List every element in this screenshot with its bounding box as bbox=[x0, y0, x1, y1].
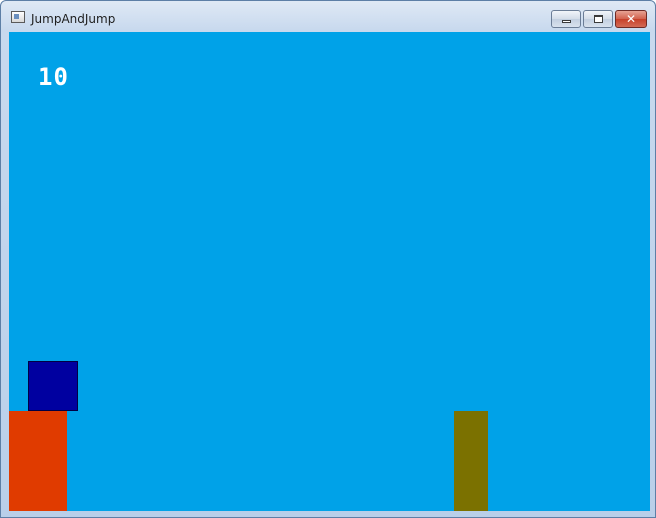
game-canvas[interactable]: 10 bbox=[9, 32, 650, 511]
app-window: JumpAndJump ✕ 10 bbox=[0, 0, 656, 518]
maximize-icon bbox=[594, 15, 603, 23]
player-block bbox=[28, 361, 78, 411]
target-platform bbox=[454, 411, 488, 511]
close-icon: ✕ bbox=[625, 12, 637, 26]
app-window-icon[interactable] bbox=[11, 11, 25, 23]
score-display: 10 bbox=[38, 63, 69, 91]
current-platform bbox=[9, 411, 67, 511]
close-button[interactable]: ✕ bbox=[615, 10, 647, 28]
minimize-icon bbox=[562, 20, 571, 23]
minimize-button[interactable] bbox=[551, 10, 581, 28]
maximize-button[interactable] bbox=[583, 10, 613, 28]
window-title: JumpAndJump bbox=[31, 12, 116, 26]
title-bar[interactable]: JumpAndJump ✕ bbox=[1, 1, 655, 31]
